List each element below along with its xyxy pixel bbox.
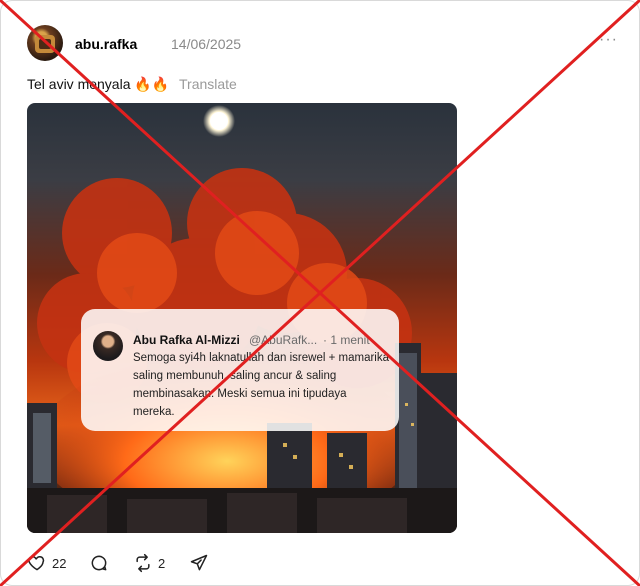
- red-cross-overlay: [0, 0, 640, 586]
